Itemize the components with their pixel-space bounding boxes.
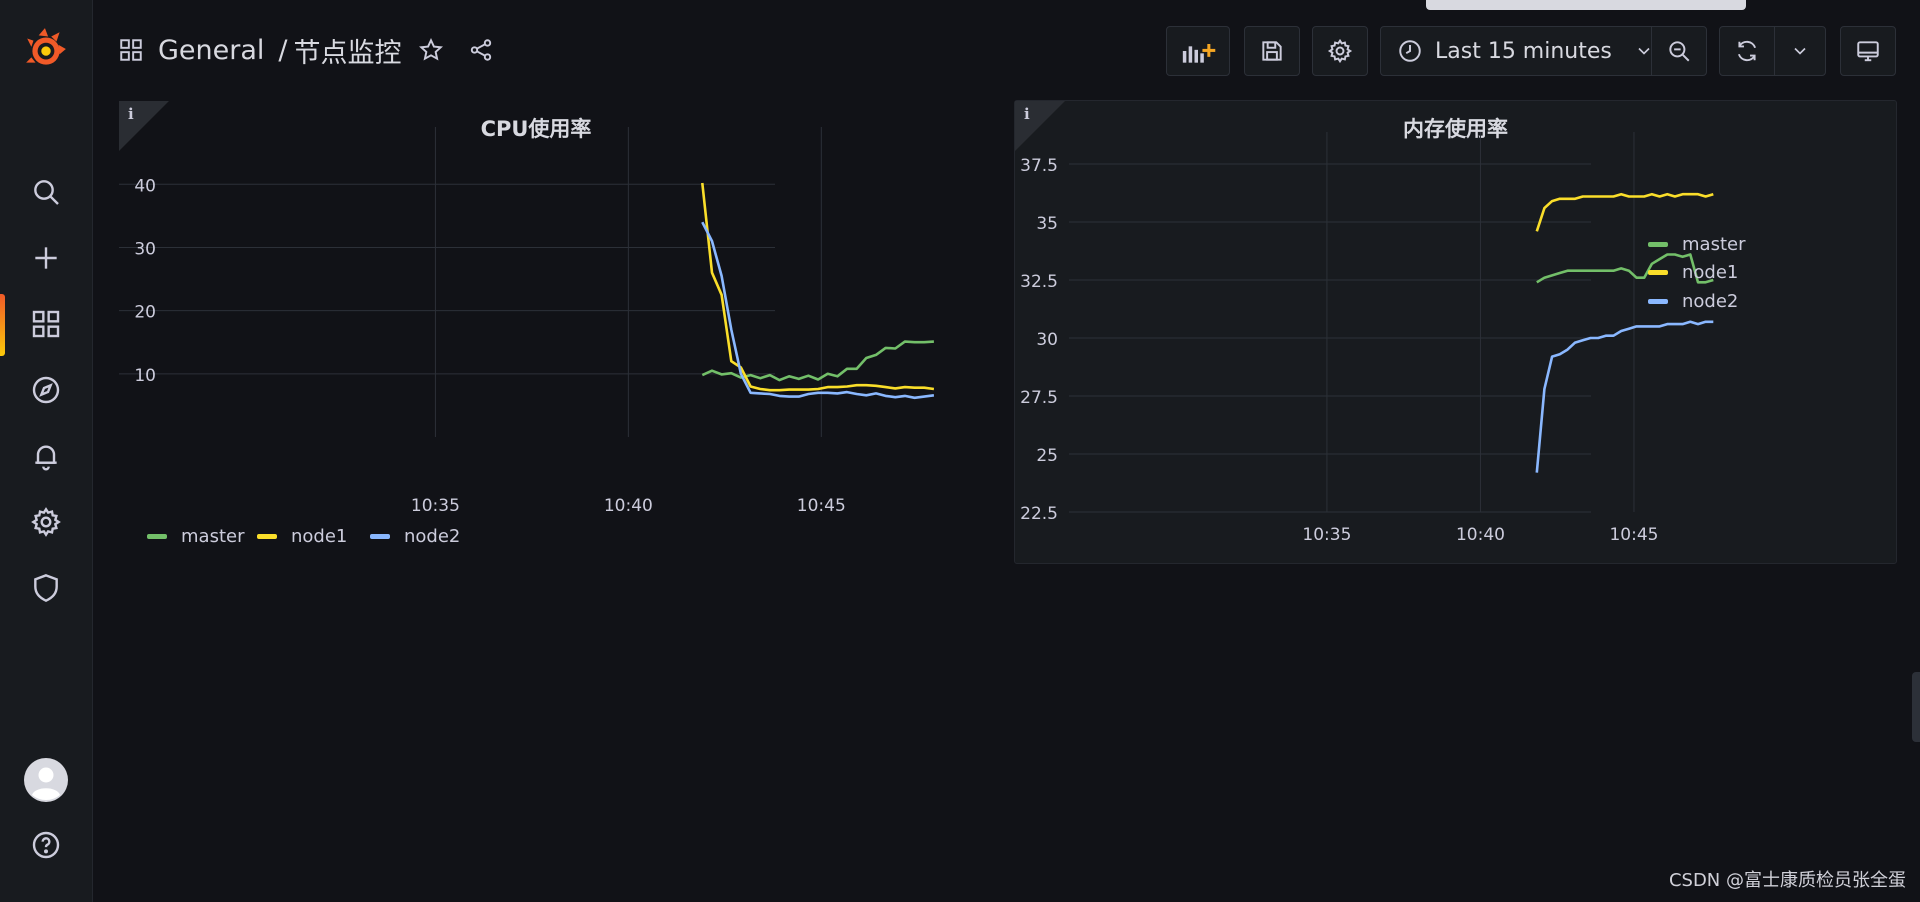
gear-icon bbox=[1327, 38, 1353, 64]
breadcrumb-separator: / bbox=[278, 34, 288, 66]
help-icon[interactable] bbox=[26, 825, 66, 865]
save-dashboard-button[interactable] bbox=[1244, 26, 1300, 76]
server-admin-shield-icon[interactable] bbox=[26, 568, 66, 608]
x-tick-label: 10:35 bbox=[411, 496, 460, 516]
x-tick-label: 10:40 bbox=[1456, 525, 1505, 545]
dashboard-settings-button[interactable] bbox=[1312, 26, 1368, 76]
legend-label: node2 bbox=[1682, 291, 1739, 312]
user-avatar[interactable] bbox=[24, 758, 68, 802]
legend-label: master bbox=[1682, 234, 1746, 255]
y-tick-label: 32.5 bbox=[1020, 272, 1058, 292]
y-tick-label: 10 bbox=[134, 366, 156, 386]
monitor-icon bbox=[1855, 38, 1881, 64]
legend-label: node2 bbox=[404, 526, 461, 547]
watermark: CSDN @富士康质检员张全蛋 bbox=[1668, 870, 1906, 891]
alerting-bell-icon[interactable] bbox=[26, 436, 66, 476]
time-range-picker[interactable]: Last 15 minutes bbox=[1380, 26, 1652, 76]
legend-item-node2[interactable]: node2 bbox=[1648, 291, 1738, 312]
y-tick-label: 35 bbox=[1036, 214, 1058, 234]
refresh-icon bbox=[1734, 38, 1760, 64]
y-tick-label: 22.5 bbox=[1020, 504, 1058, 524]
share-icon[interactable] bbox=[468, 37, 494, 63]
legend-swatch bbox=[257, 534, 277, 539]
active-indicator bbox=[0, 294, 5, 356]
cycle-view-mode-button[interactable] bbox=[1840, 26, 1896, 76]
x-tick-label: 10:45 bbox=[797, 496, 846, 516]
window-edge bbox=[1426, 0, 1746, 10]
dashboard-title[interactable]: 节点监控 bbox=[294, 31, 402, 70]
breadcrumb-folder[interactable]: General bbox=[158, 35, 264, 66]
legend-item-master[interactable]: master bbox=[147, 526, 244, 547]
legend-label: master bbox=[181, 526, 245, 547]
legend-item-node1[interactable]: node1 bbox=[1648, 262, 1738, 283]
configuration-gear-icon[interactable] bbox=[26, 502, 66, 542]
x-tick-label: 10:40 bbox=[604, 496, 653, 516]
dashboards-grid-icon bbox=[118, 37, 144, 63]
y-tick-label: 37.5 bbox=[1020, 156, 1058, 176]
legend-item-node1[interactable]: node1 bbox=[257, 526, 347, 547]
save-icon bbox=[1259, 38, 1285, 64]
search-icon[interactable] bbox=[26, 172, 66, 212]
legend-swatch bbox=[1648, 242, 1668, 247]
y-tick-label: 30 bbox=[134, 239, 156, 259]
legend-label: node1 bbox=[291, 526, 348, 547]
x-tick-label: 10:35 bbox=[1302, 525, 1351, 545]
cpu-usage-chart[interactable]: 10 20 30 40 10:35 10:40 10:45 bbox=[119, 101, 955, 561]
y-tick-label: 40 bbox=[134, 176, 156, 196]
scrollbar-handle[interactable] bbox=[1912, 672, 1920, 742]
add-panel-icon bbox=[1179, 37, 1217, 65]
add-panel-button[interactable] bbox=[1166, 26, 1230, 76]
refresh-interval-dropdown[interactable] bbox=[1774, 26, 1826, 76]
cpu-usage-panel: i CPU使用率 10 20 30 40 10:35 10:40 10:45 master n… bbox=[118, 100, 954, 560]
zoom-out-icon bbox=[1666, 38, 1692, 64]
series-line-node1[interactable] bbox=[1535, 192, 1714, 232]
legend-item-master[interactable]: master bbox=[1648, 234, 1745, 255]
y-tick-label: 20 bbox=[134, 303, 156, 323]
legend-swatch bbox=[1648, 270, 1668, 275]
side-menu bbox=[0, 0, 93, 902]
series-line-node2[interactable] bbox=[1535, 320, 1714, 473]
x-tick-label: 10:45 bbox=[1609, 525, 1658, 545]
grafana-logo-icon[interactable] bbox=[24, 26, 68, 72]
y-tick-label: 25 bbox=[1036, 446, 1058, 466]
y-tick-label: 30 bbox=[1036, 330, 1058, 350]
plus-icon[interactable] bbox=[26, 238, 66, 278]
clock-icon bbox=[1397, 38, 1423, 64]
y-tick-label: 27.5 bbox=[1020, 388, 1058, 408]
legend-item-node2[interactable]: node2 bbox=[370, 526, 460, 547]
legend-swatch bbox=[370, 534, 390, 539]
breadcrumb: General / 节点监控 bbox=[118, 30, 494, 70]
legend-label: node1 bbox=[1682, 262, 1739, 283]
time-range-label: Last 15 minutes bbox=[1435, 38, 1612, 64]
refresh-button[interactable] bbox=[1719, 26, 1775, 76]
memory-usage-panel: i 内存使用率 22.5 25 27.5 30 32.5 35 37.5 10:35 10:40… bbox=[1014, 100, 1897, 564]
explore-compass-icon[interactable] bbox=[26, 370, 66, 410]
memory-usage-chart[interactable]: 22.5 25 27.5 30 32.5 35 37.5 10:35 10:40 10:45 bbox=[1015, 101, 1898, 565]
zoom-out-button[interactable] bbox=[1651, 26, 1707, 76]
series-line-node2[interactable] bbox=[701, 221, 935, 400]
legend-swatch bbox=[1648, 299, 1668, 304]
dashboards-icon[interactable] bbox=[26, 304, 66, 344]
star-icon[interactable] bbox=[418, 37, 444, 63]
chevron-down-icon bbox=[1790, 41, 1810, 61]
legend-swatch bbox=[147, 534, 167, 539]
